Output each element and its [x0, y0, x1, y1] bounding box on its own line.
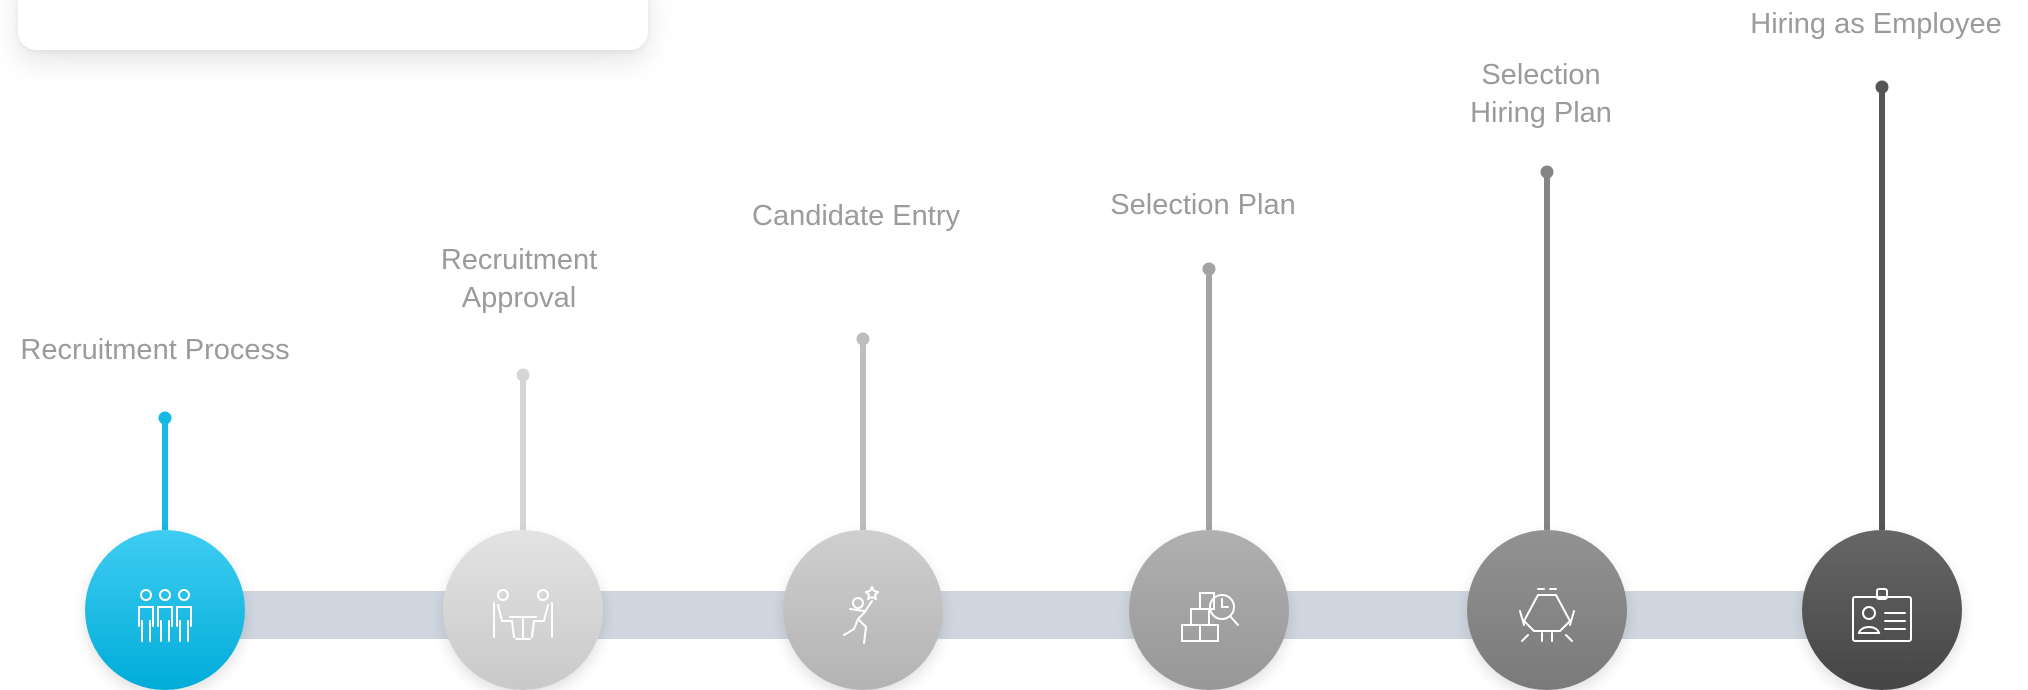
- step-4-node[interactable]: [1129, 530, 1289, 690]
- step-3-stem: [860, 339, 866, 530]
- step-2-stem: [520, 375, 526, 530]
- step-5-stem: [1544, 172, 1550, 530]
- step-3-label: Candidate Entry: [752, 200, 960, 232]
- id-badge-icon: [1852, 588, 1912, 642]
- step-1-label: Recruitment Process: [20, 334, 290, 366]
- planning-icon: [1181, 592, 1239, 642]
- step-5-label: Selection Hiring Plan: [1470, 59, 1612, 129]
- step-5-node[interactable]: [1467, 530, 1627, 690]
- top-card: [18, 0, 648, 50]
- step-2-node[interactable]: [443, 530, 603, 690]
- step-1-dot: [158, 411, 172, 425]
- step-2-dot: [516, 368, 530, 382]
- step-1-stem: [162, 418, 168, 530]
- meeting-table-icon: [1519, 588, 1575, 642]
- step-6-stem: [1879, 87, 1885, 530]
- step-5-dot: [1540, 165, 1554, 179]
- step-6-dot: [1875, 80, 1889, 94]
- step-6-label: Hiring as Employee: [1750, 8, 2002, 40]
- step-1-node[interactable]: [85, 530, 245, 690]
- step-4-stem: [1206, 269, 1212, 530]
- step-4-label: Selection Plan: [1110, 189, 1296, 221]
- step-4-dot: [1202, 262, 1216, 276]
- step-3-node[interactable]: [783, 530, 943, 690]
- step-3-dot: [856, 332, 870, 346]
- success-person-icon: [843, 586, 879, 644]
- step-2-label: Recruitment Approval: [440, 244, 598, 314]
- interview-icon: [493, 589, 553, 640]
- step-6-node[interactable]: [1802, 530, 1962, 690]
- team-icon: [138, 589, 192, 642]
